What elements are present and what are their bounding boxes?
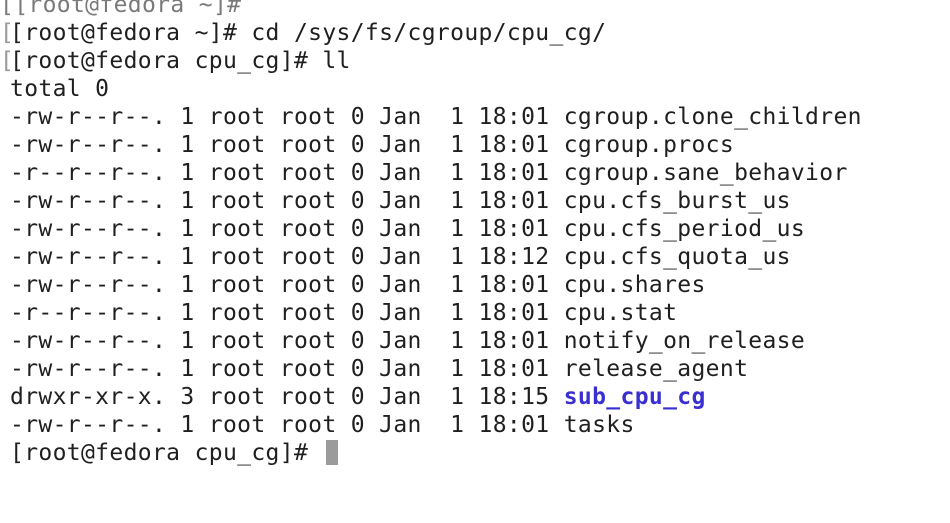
file-name[interactable]: cgroup.clone_children bbox=[564, 104, 862, 130]
file-metadata: -rw-r--r--. 1 root root 0 Jan 1 18:01 bbox=[10, 188, 564, 214]
directory-listing: -rw-r--r--. 1 root root 0 Jan 1 18:01 cg… bbox=[0, 103, 950, 439]
listing-row: drwxr-xr-x. 3 root root 0 Jan 1 18:15 su… bbox=[0, 383, 950, 411]
listing-total: total 0 bbox=[10, 76, 110, 102]
partial-top-line: [[root@fedora ~]# bbox=[0, 0, 242, 18]
line-wrap-marker: [ bbox=[0, 48, 15, 74]
listing-row: -rw-r--r--. 1 root root 0 Jan 1 18:01 cp… bbox=[0, 187, 950, 215]
file-name[interactable]: cpu.shares bbox=[564, 272, 706, 298]
file-metadata: -rw-r--r--. 1 root root 0 Jan 1 18:01 bbox=[10, 412, 564, 438]
listing-row: -rw-r--r--. 1 root root 0 Jan 1 18:01 ta… bbox=[0, 411, 950, 439]
listing-row: -rw-r--r--. 1 root root 0 Jan 1 18:01 cp… bbox=[0, 271, 950, 299]
shell-prompt: [root@fedora cpu_cg]# bbox=[10, 440, 323, 466]
file-metadata: -r--r--r--. 1 root root 0 Jan 1 18:01 bbox=[10, 300, 564, 326]
file-metadata: -rw-r--r--. 1 root root 0 Jan 1 18:01 bbox=[10, 272, 564, 298]
file-name[interactable]: tasks bbox=[564, 412, 635, 438]
terminal-line-command: [ [root@fedora cpu_cg]# ll bbox=[0, 47, 950, 75]
shell-prompt: [root@fedora cpu_cg]# bbox=[10, 48, 323, 74]
file-name[interactable]: cpu.cfs_burst_us bbox=[564, 188, 791, 214]
listing-row: -r--r--r--. 1 root root 0 Jan 1 18:01 cp… bbox=[0, 299, 950, 327]
listing-row: -rw-r--r--. 1 root root 0 Jan 1 18:01 cp… bbox=[0, 215, 950, 243]
file-metadata: -rw-r--r--. 1 root root 0 Jan 1 18:01 bbox=[10, 328, 564, 354]
terminal-line-partial: [[root@fedora ~]# bbox=[0, 0, 950, 19]
file-metadata: -rw-r--r--. 1 root root 0 Jan 1 18:01 bbox=[10, 132, 564, 158]
file-metadata: -rw-r--r--. 1 root root 0 Jan 1 18:12 bbox=[10, 244, 564, 270]
text-cursor bbox=[326, 440, 339, 465]
directory-name[interactable]: sub_cpu_cg bbox=[564, 384, 706, 410]
file-name[interactable]: cpu.stat bbox=[564, 300, 678, 326]
file-name[interactable]: cpu.cfs_period_us bbox=[564, 216, 805, 242]
file-metadata: -r--r--r--. 1 root root 0 Jan 1 18:01 bbox=[10, 160, 564, 186]
listing-row: -r--r--r--. 1 root root 0 Jan 1 18:01 cg… bbox=[0, 159, 950, 187]
listing-row: -rw-r--r--. 1 root root 0 Jan 1 18:01 cg… bbox=[0, 131, 950, 159]
listing-row: -rw-r--r--. 1 root root 0 Jan 1 18:01 cg… bbox=[0, 103, 950, 131]
file-metadata: drwxr-xr-x. 3 root root 0 Jan 1 18:15 bbox=[10, 384, 564, 410]
file-name[interactable]: notify_on_release bbox=[564, 328, 805, 354]
shell-prompt: [root@fedora ~]# bbox=[10, 20, 252, 46]
terminal-line-total: total 0 bbox=[0, 75, 950, 103]
terminal-line-prompt: [root@fedora cpu_cg]# bbox=[0, 439, 950, 467]
file-name[interactable]: cgroup.sane_behavior bbox=[564, 160, 848, 186]
file-name[interactable]: release_agent bbox=[564, 356, 749, 382]
file-name[interactable]: cpu.cfs_quota_us bbox=[564, 244, 791, 270]
line-wrap-marker: [ bbox=[0, 20, 15, 46]
file-name[interactable]: cgroup.procs bbox=[564, 132, 734, 158]
file-metadata: -rw-r--r--. 1 root root 0 Jan 1 18:01 bbox=[10, 104, 564, 130]
shell-command: cd /sys/fs/cgroup/cpu_cg/ bbox=[251, 20, 607, 46]
listing-row: -rw-r--r--. 1 root root 0 Jan 1 18:01 no… bbox=[0, 327, 950, 355]
terminal-window[interactable]: [[root@fedora ~]# [ [root@fedora ~]# cd … bbox=[0, 0, 950, 468]
file-metadata: -rw-r--r--. 1 root root 0 Jan 1 18:01 bbox=[10, 216, 564, 242]
terminal-line-command: [ [root@fedora ~]# cd /sys/fs/cgroup/cpu… bbox=[0, 19, 950, 47]
file-metadata: -rw-r--r--. 1 root root 0 Jan 1 18:01 bbox=[10, 356, 564, 382]
listing-row: -rw-r--r--. 1 root root 0 Jan 1 18:01 re… bbox=[0, 355, 950, 383]
shell-command: ll bbox=[322, 48, 351, 74]
listing-row: -rw-r--r--. 1 root root 0 Jan 1 18:12 cp… bbox=[0, 243, 950, 271]
